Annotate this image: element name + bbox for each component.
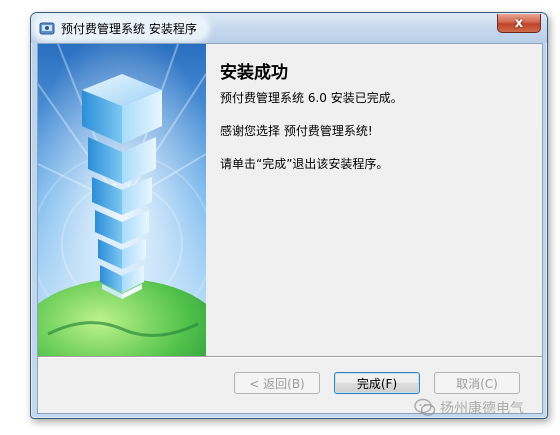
close-button[interactable]: x (497, 14, 541, 33)
wizard-content: 安装成功 预付费管理系统 6.0 安装已完成。 感谢您选择 预付费管理系统! 请… (220, 58, 530, 182)
page-heading: 安装成功 (220, 63, 288, 83)
back-button[interactable]: < 返回(B) (234, 372, 320, 394)
watermark-text: 扬州康德电气 (440, 401, 524, 417)
installer-window: 预付费管理系统 安装程序 x 安装成功 预付费管理系统 6.0 安装已完成。 感… (30, 12, 548, 419)
completion-message: 预付费管理系统 6.0 安装已完成。 (220, 91, 403, 105)
thanks-message: 感谢您选择 预付费管理系统! (220, 124, 373, 138)
watermark: 扬州康德电气 (414, 395, 524, 421)
installer-app-icon (39, 22, 55, 35)
close-icon: x (514, 15, 524, 31)
wizard-client-area: 安装成功 预付费管理系统 6.0 安装已完成。 感谢您选择 预付费管理系统! 请… (37, 43, 543, 414)
cancel-button[interactable]: 取消(C) (434, 372, 520, 394)
window-title: 预付费管理系统 安装程序 (61, 21, 197, 36)
footer-divider (38, 356, 542, 358)
installer-banner-image (38, 44, 206, 356)
title-bar: 预付费管理系统 安装程序 x (31, 13, 547, 43)
exit-instruction: 请单击“完成”退出该安装程序。 (220, 157, 389, 171)
finish-button[interactable]: 完成(F) (334, 372, 420, 394)
wechat-icon (414, 398, 436, 416)
title-area: 预付费管理系统 安装程序 (35, 17, 207, 39)
